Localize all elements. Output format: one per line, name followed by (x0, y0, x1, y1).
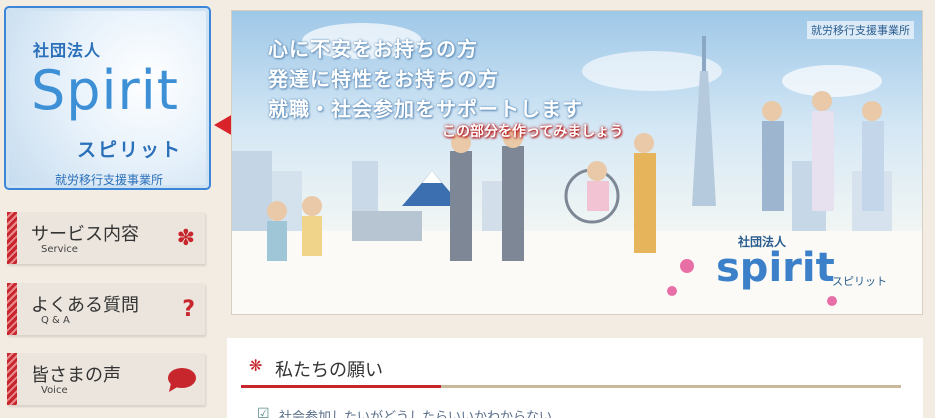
asterisk-flower-icon: ✽ (176, 226, 195, 251)
banner-line-3: 就職・社会参加をサポートします (268, 97, 583, 121)
logo-wordmark: Spirit (31, 59, 179, 122)
section-flower-icon: ❋ (249, 356, 263, 375)
nav-item-title: よくある質問 (31, 295, 139, 316)
banner-line-1: 心に不安をお持ちの方 (268, 37, 478, 61)
section-text-line: 社会参加したいがどうしたらいいかわからない (279, 410, 553, 418)
question-icon: ? (182, 297, 195, 322)
banner-line-2: 発達に特性をお持ちの方 (268, 67, 499, 91)
nav-item-voice[interactable]: 皆さまの声 Voice (7, 353, 205, 405)
nav-item-subtitle: Service (41, 244, 78, 255)
content-section: ❋ 私たちの願い ☑ 社会参加したいがどうしたらいいかわからない (227, 338, 923, 418)
checkbox-icon: ☑ (257, 406, 270, 418)
nav-item-subtitle: Q & A (41, 315, 70, 326)
site-logo: 社団法人 Spirit スピリット 就労移行支援事業所 (9, 11, 206, 187)
nav-item-title: サービス内容 (31, 224, 139, 245)
site-logo-highlight[interactable]: 社団法人 Spirit スピリット 就労移行支援事業所 (4, 6, 211, 190)
nav-item-subtitle: Voice (41, 385, 68, 396)
nav-item-title: 皆さまの声 (31, 365, 121, 386)
section-underline-accent (241, 385, 441, 388)
callout-annotation: この部分を作ってみましょう (442, 124, 624, 140)
hero-banner: 就労移行支援事業所 心に不安をお持ちの方 発達に特性をお持ちの方 就職・社会参加… (231, 10, 923, 315)
banner-brand-kana: スピリット (832, 275, 887, 288)
logo-subtitle: 就労移行支援事業所 (55, 173, 164, 187)
nav-item-qa[interactable]: よくある質問 Q & A ? (7, 283, 205, 335)
section-title: 私たちの願い (275, 360, 383, 381)
banner-brand-name: spirit (716, 245, 835, 291)
speech-bubble-icon (168, 368, 196, 392)
logo-kana: スピリット (77, 139, 183, 161)
logo-corp-label: 社団法人 (33, 41, 102, 60)
banner-tag: 就労移行支援事業所 (807, 21, 914, 39)
nav-item-service[interactable]: サービス内容 Service ✽ (7, 212, 205, 264)
